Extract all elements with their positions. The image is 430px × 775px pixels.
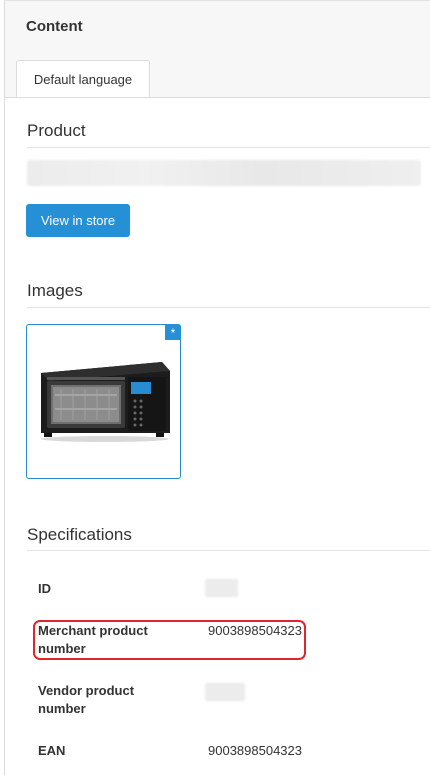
- divider: [27, 550, 430, 551]
- vendor-number-redacted: [205, 683, 245, 701]
- images-section-title: Images: [27, 281, 83, 300]
- view-in-store-button[interactable]: View in store: [26, 204, 130, 237]
- spec-value-ean: 9003898504323: [208, 743, 302, 758]
- language-tabbar: Default language: [5, 47, 430, 98]
- spec-label-ean: EAN: [38, 743, 66, 758]
- tab-default-language[interactable]: Default language: [16, 60, 150, 97]
- spec-label-vendor-product-number: Vendor product number: [38, 683, 135, 716]
- divider: [27, 307, 430, 308]
- divider: [27, 147, 430, 148]
- oven-image: [41, 362, 170, 442]
- panel-header: Content: [5, 0, 430, 48]
- product-image-thumbnail[interactable]: *: [26, 324, 181, 479]
- panel-title: Content: [26, 18, 83, 35]
- product-section-title: Product: [27, 121, 86, 140]
- id-redacted: [205, 579, 238, 597]
- content-panel: Content Default language Product View in…: [4, 0, 430, 775]
- spec-label-id: ID: [38, 581, 51, 596]
- specifications-section-title: Specifications: [27, 525, 132, 544]
- product-name-redacted: [27, 160, 421, 186]
- highlight-annotation: [33, 620, 306, 660]
